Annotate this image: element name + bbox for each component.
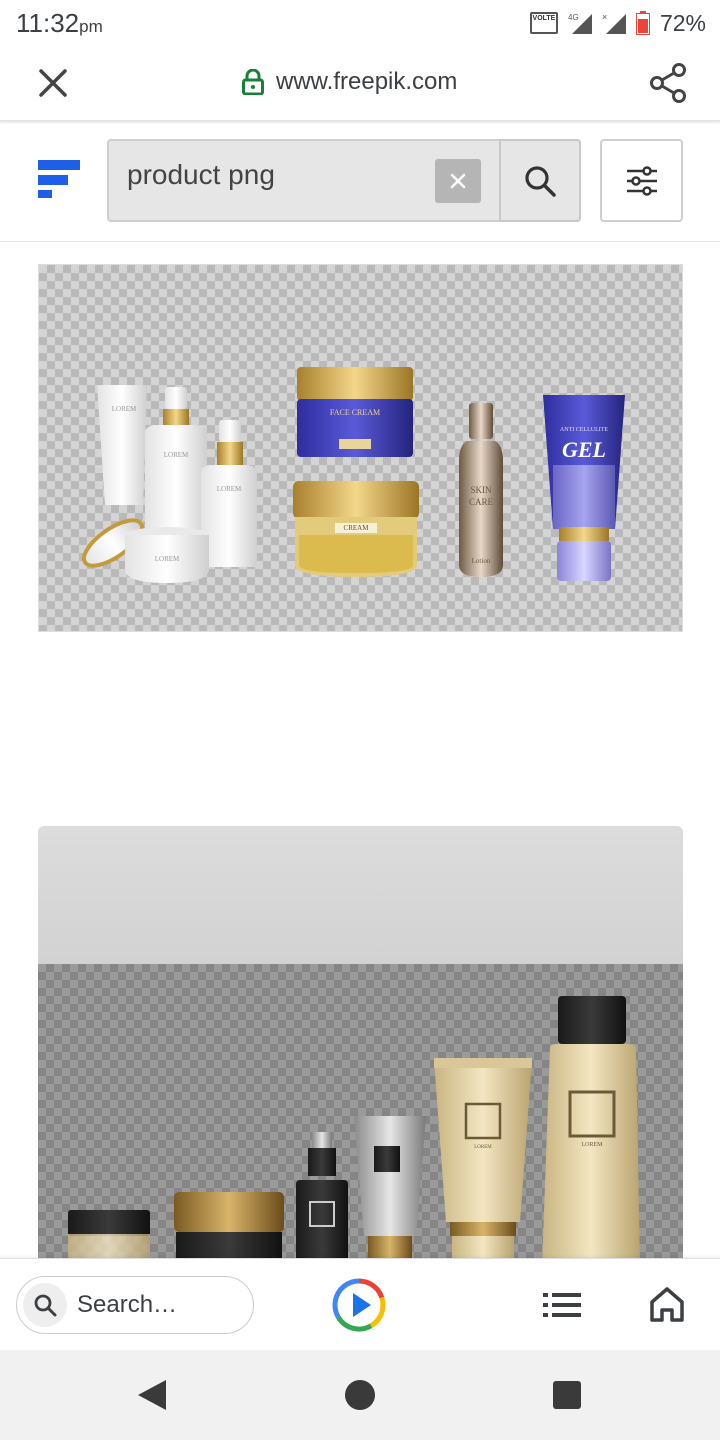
- product-label-care: CARE: [469, 497, 494, 507]
- result-image-cosmetics-set[interactable]: LOREM LOREM LOREM LOREM FACE CREAM CREAM…: [38, 264, 683, 632]
- svg-text:LOREM: LOREM: [217, 485, 242, 493]
- lock-icon: [242, 69, 264, 95]
- product-label-lotion: Lotion: [472, 557, 491, 565]
- browser-bottom-toolbar: Search…: [0, 1258, 720, 1350]
- search-field[interactable]: product png: [107, 139, 581, 222]
- product-label-gel: GEL: [562, 437, 606, 462]
- volte-icon: VOLTE: [529, 12, 558, 34]
- product-label-skin: SKIN: [470, 485, 492, 495]
- filters-button[interactable]: [600, 139, 683, 222]
- system-navigation-bar: [0, 1350, 720, 1440]
- search-icon: [525, 165, 556, 197]
- close-icon[interactable]: [34, 64, 72, 102]
- clear-icon: [450, 173, 466, 189]
- bottom-search-field[interactable]: Search…: [16, 1276, 254, 1334]
- home-circle-icon[interactable]: [345, 1380, 375, 1410]
- network-label: 4G: [568, 13, 579, 22]
- signal-icon: ×: [602, 12, 626, 34]
- skincare-image-background: LOREM LOREM: [38, 964, 683, 1266]
- svg-text:×: ×: [602, 12, 607, 22]
- custom-tab-url-bar: www.freepik.com: [0, 48, 720, 122]
- filter-sliders-icon: [626, 165, 657, 196]
- search-button[interactable]: [499, 139, 581, 222]
- search-input[interactable]: product png: [127, 159, 275, 191]
- product-label-lorem: LOREM: [112, 405, 137, 413]
- status-time: 11:32pm: [16, 8, 103, 38]
- cosmetics-products-image: LOREM LOREM LOREM LOREM FACE CREAM CREAM…: [82, 367, 625, 583]
- status-icons: VOLTE 4G × 72%: [529, 8, 706, 38]
- search-icon-wrapper: [23, 1283, 67, 1327]
- url-display[interactable]: www.freepik.com: [242, 68, 457, 96]
- bottom-search-placeholder: Search…: [77, 1291, 178, 1318]
- back-icon[interactable]: [136, 1378, 168, 1412]
- product-label-cream: CREAM: [344, 524, 370, 532]
- battery-icon: [635, 11, 650, 35]
- battery-percent: 72%: [659, 9, 706, 36]
- freepik-logo-icon[interactable]: [38, 160, 82, 202]
- list-icon[interactable]: [543, 1289, 581, 1321]
- product-label-face-cream: FACE CREAM: [330, 408, 380, 417]
- svg-text:LOREM: LOREM: [155, 555, 180, 563]
- site-header: product png: [0, 124, 720, 242]
- image-loading-area: [38, 826, 683, 966]
- product-label-lorem-2: LOREM: [582, 1142, 604, 1148]
- status-ampm: pm: [79, 17, 103, 36]
- product-label-anti-cellulite: ANTI CELLULITE: [560, 427, 608, 433]
- clear-search-button[interactable]: [435, 159, 481, 203]
- svg-text:LOREM: LOREM: [474, 1145, 492, 1150]
- signal-4g-icon: 4G: [568, 13, 592, 34]
- home-icon[interactable]: [648, 1285, 686, 1323]
- recents-icon[interactable]: [553, 1381, 581, 1409]
- share-icon[interactable]: [648, 62, 688, 104]
- result-image-skincare-bottles[interactable]: LOREM LOREM: [38, 826, 683, 1266]
- search-icon: [34, 1294, 57, 1317]
- url-text: www.freepik.com: [276, 68, 458, 95]
- google-play-icon[interactable]: [331, 1277, 387, 1333]
- skincare-products-image: LOREM LOREM: [68, 996, 640, 1266]
- status-bar: 11:32pm VOLTE 4G × 72%: [0, 0, 720, 48]
- svg-text:LOREM: LOREM: [164, 451, 189, 459]
